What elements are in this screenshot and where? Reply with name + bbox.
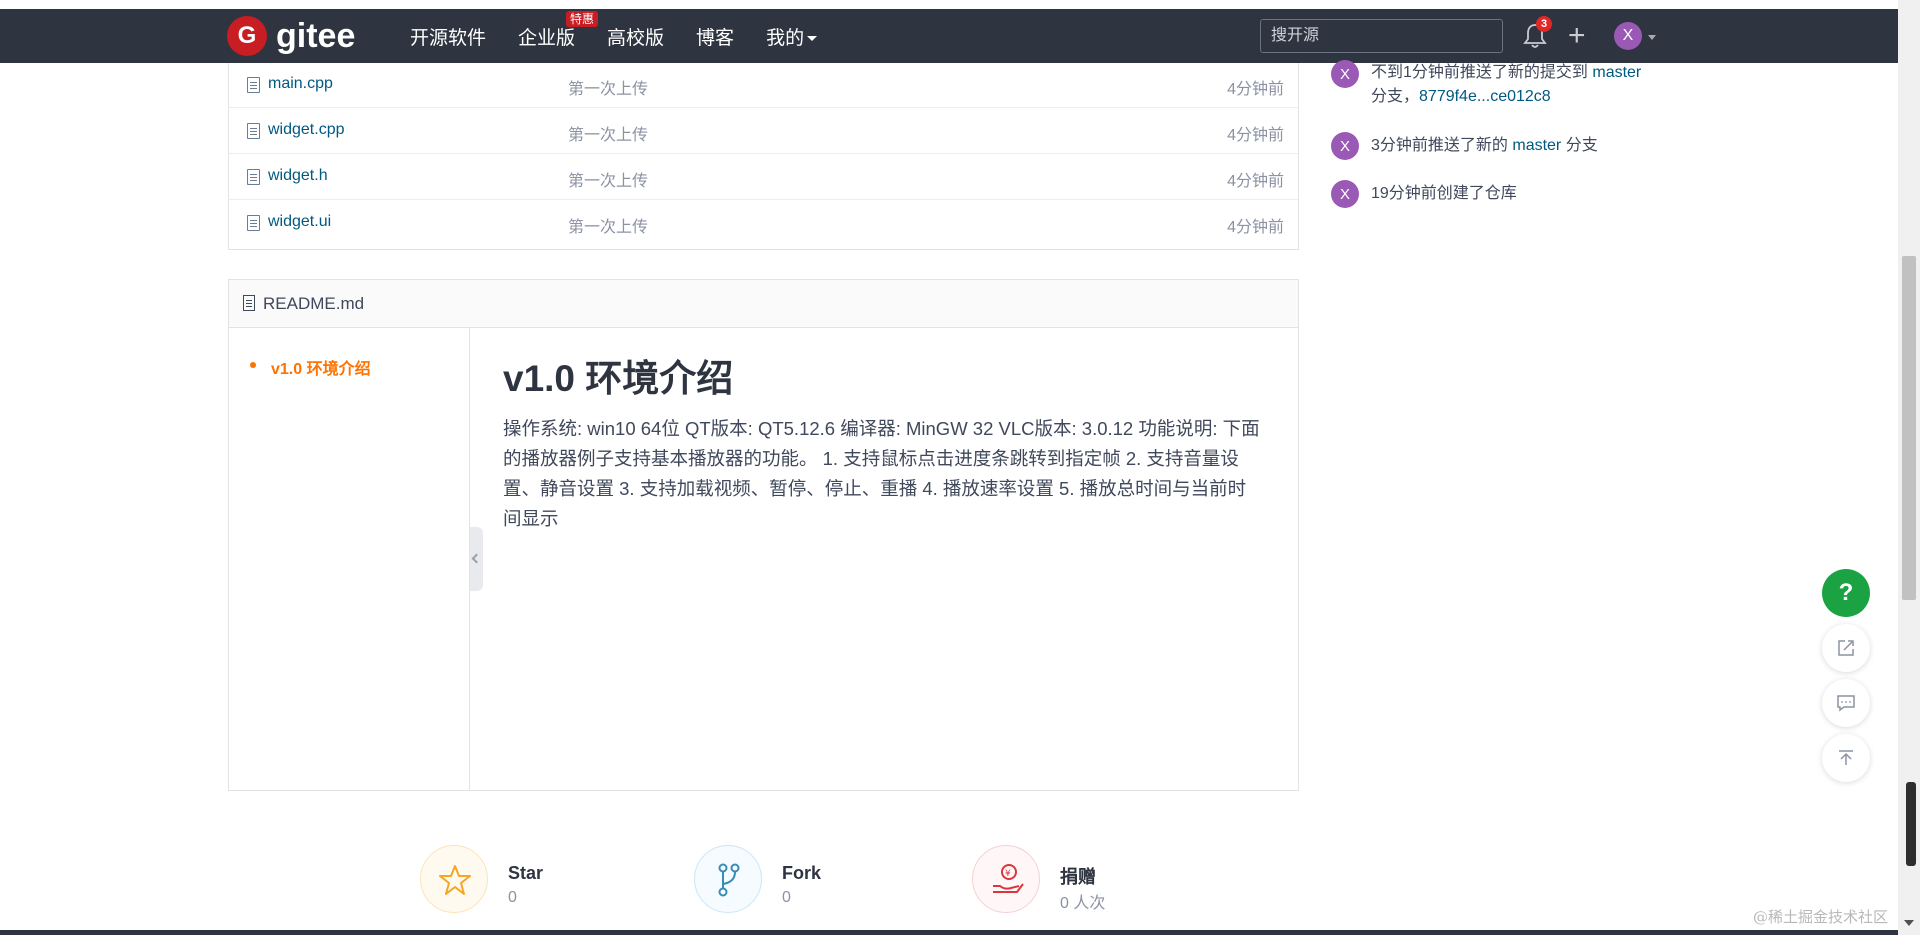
nav-link-enterprise-label: 企业版	[518, 27, 576, 49]
file-icon	[247, 77, 260, 93]
commit-message-link[interactable]: 第一次上传	[568, 167, 648, 191]
arrow-up-icon	[1839, 750, 1853, 765]
commit-message-link[interactable]: 第一次上传	[568, 121, 648, 145]
nav-links: 开源软件 企业版 特惠 高校版 博客 我的	[410, 9, 849, 63]
search-input[interactable]	[1260, 19, 1503, 53]
commit-time: 4分钟前	[1227, 173, 1284, 190]
commit-message-link[interactable]: 第一次上传	[568, 213, 648, 237]
readme-paragraph: 操作系统: win10 64位 QT版本: QT5.12.6 编译器: MinG…	[503, 418, 1260, 529]
nav-link-enterprise[interactable]: 企业版 特惠	[518, 10, 599, 50]
watermark: @稀土掘金技术社区	[1753, 908, 1889, 926]
commit-time: 4分钟前	[1227, 219, 1284, 236]
commit-message-link[interactable]: 第一次上传	[568, 75, 648, 99]
star-label: Star	[508, 863, 544, 883]
file-row[interactable]: widget.cpp 第一次上传 4分钟前	[229, 109, 1298, 154]
nav-link-mine[interactable]: 我的	[766, 23, 818, 50]
nav-link-open-source[interactable]: 开源软件	[410, 23, 486, 50]
readme-toc: v1.0 环境介绍	[229, 328, 470, 790]
branch-link[interactable]: master	[1592, 64, 1641, 81]
chevron-down-icon	[807, 35, 818, 41]
fork-icon	[718, 863, 740, 897]
scrollbar-thumb[interactable]	[1902, 256, 1916, 600]
fork-count: 0	[782, 889, 791, 906]
activity-text: 不到1分钟前推送了新的提交到 master	[1371, 61, 1641, 85]
notification-count-badge: 3	[1536, 16, 1552, 32]
top-navbar: G gitee 开源软件 企业版特惠 高校版 博客 我的 3 + X	[0, 9, 1898, 63]
bottom-edge	[0, 930, 1898, 935]
gitee-logo-text: gitee	[276, 16, 356, 55]
fork-icon-circle	[694, 845, 762, 913]
fork-label: Fork	[782, 863, 822, 883]
commit-range-link[interactable]: 8779f4e...ce012c8	[1419, 88, 1551, 105]
activity-text: 19分钟前创建了仓库	[1371, 185, 1517, 202]
commit-time: 4分钟前	[1227, 127, 1284, 144]
svg-text:¥: ¥	[1005, 869, 1011, 879]
toc-bullet	[250, 362, 256, 368]
file-row[interactable]: widget.ui 第一次上传 4分钟前	[229, 201, 1298, 246]
branch-link[interactable]: master	[1512, 137, 1561, 154]
file-name-link[interactable]: widget.cpp	[268, 121, 345, 139]
comment-icon	[1837, 695, 1855, 712]
star-icon	[439, 865, 471, 895]
file-icon	[247, 123, 260, 139]
activity-text-prefix: 3分钟前推送了新的	[1371, 137, 1513, 154]
feedback-edit-button[interactable]	[1822, 624, 1870, 672]
file-row[interactable]: widget.h 第一次上传 4分钟前	[229, 155, 1298, 200]
readme-title: README.md	[263, 294, 365, 313]
user-avatar[interactable]: X	[1614, 22, 1642, 50]
nav-link-mine-label: 我的	[766, 27, 805, 49]
file-icon	[243, 295, 255, 311]
star-count: 0	[508, 889, 517, 906]
avatar[interactable]: X	[1331, 180, 1359, 208]
nav-link-university[interactable]: 高校版	[607, 23, 664, 50]
help-button[interactable]: ?	[1822, 569, 1870, 617]
activity-text: 3分钟前推送了新的 master 分支	[1371, 134, 1598, 158]
file-name-link[interactable]: widget.ui	[268, 213, 331, 231]
browser-top-strip	[0, 0, 1920, 9]
donate-icon-circle: ¥	[972, 845, 1040, 913]
avatar[interactable]: X	[1331, 60, 1359, 88]
plus-icon[interactable]: +	[1568, 21, 1586, 51]
star-icon-circle	[420, 845, 488, 913]
back-to-top-button[interactable]	[1822, 734, 1870, 782]
enterprise-promo-badge: 特惠	[566, 10, 599, 27]
scroll-down-arrow-icon[interactable]	[1904, 920, 1914, 926]
donate-count: 0 人次	[1060, 895, 1106, 912]
gitee-logo[interactable]: G gitee	[227, 16, 355, 56]
minimap-indicator	[1906, 782, 1916, 866]
chevron-down-icon[interactable]	[1648, 35, 1656, 40]
avatar[interactable]: X	[1331, 132, 1359, 160]
activity-text-prefix: 不到1分钟前推送了新的提交到	[1371, 64, 1593, 81]
file-list: main.cpp 第一次上传 4分钟前 widget.cpp 第一次上传 4分钟…	[228, 63, 1299, 250]
readme-header: README.md	[229, 280, 1298, 328]
toc-collapse-toggle[interactable]	[470, 527, 483, 591]
repo-stats: Star 0 Fork 0 ¥ 捐赠 0 人次	[0, 845, 1300, 935]
file-icon	[247, 215, 260, 231]
file-icon	[247, 169, 260, 185]
donate-icon: ¥	[993, 864, 1024, 893]
toc-item[interactable]: v1.0 环境介绍	[271, 355, 371, 379]
readme-heading: v1.0 环境介绍	[503, 358, 734, 399]
readme-panel: README.md v1.0 环境介绍	[228, 279, 1299, 791]
activity-text-suffix: 分支	[1561, 137, 1598, 154]
commit-time: 4分钟前	[1227, 81, 1284, 98]
edit-icon	[1838, 640, 1854, 656]
activity-text-prefix: 分支，	[1371, 88, 1420, 105]
file-name-link[interactable]: widget.h	[268, 167, 328, 185]
activity-text-line2: 分支，8779f4e...ce012c8	[1371, 85, 1551, 109]
file-name-link[interactable]: main.cpp	[268, 75, 333, 93]
comment-button[interactable]	[1822, 679, 1870, 727]
nav-link-blog[interactable]: 博客	[696, 23, 734, 50]
gitee-logo-icon: G	[227, 16, 267, 56]
donate-label: 捐赠	[1060, 867, 1096, 887]
file-row[interactable]: main.cpp 第一次上传 4分钟前	[229, 63, 1298, 108]
